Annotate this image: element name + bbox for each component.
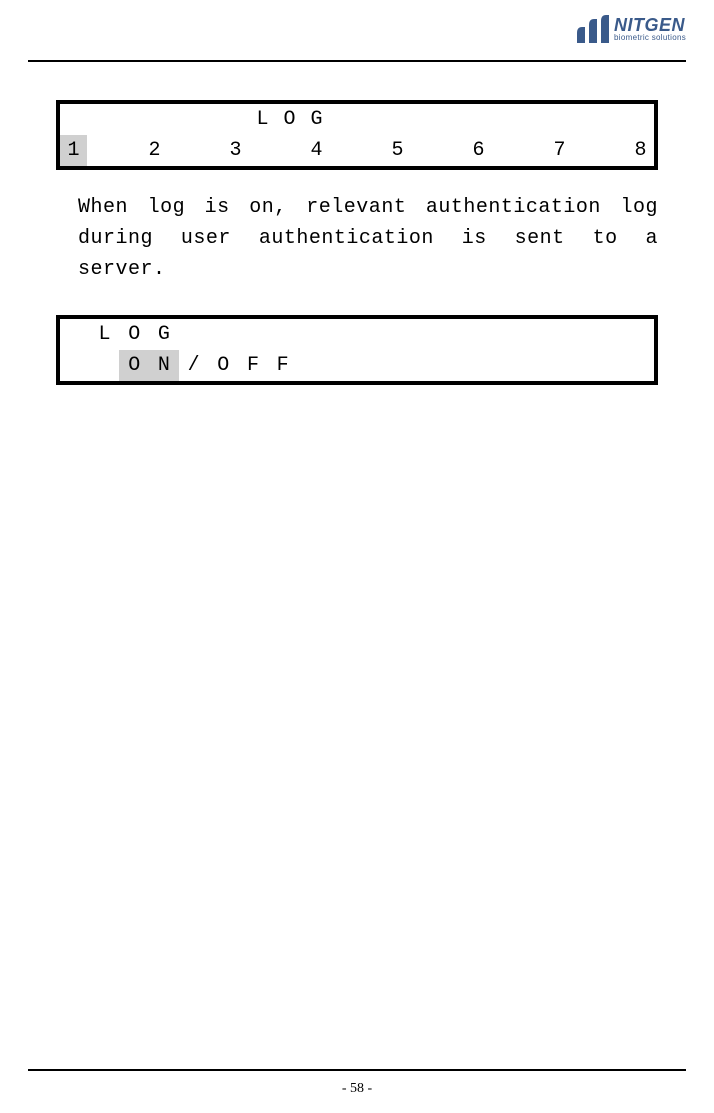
lcd-cell <box>411 104 438 135</box>
lcd-cell <box>208 319 238 350</box>
brand-tagline: biometric solutions <box>614 34 686 42</box>
lcd-cell <box>594 319 624 350</box>
lcd-cell <box>505 319 535 350</box>
lcd1-table: LOG 1 2 3 4 5 6 7 8 <box>60 104 654 166</box>
lcd-cell: N <box>149 350 179 381</box>
lcd-cell <box>87 135 114 166</box>
lcd-cell: L <box>249 104 276 135</box>
logo-bars-icon <box>577 15 609 43</box>
lcd-cell <box>141 104 168 135</box>
logo-text: NITGEN biometric solutions <box>614 16 686 42</box>
lcd-cell <box>387 319 417 350</box>
lcd-cell <box>60 350 90 381</box>
lcd-cell: 4 <box>303 135 330 166</box>
lcd-cell <box>238 319 268 350</box>
lcd-cell <box>357 104 384 135</box>
lcd-cell <box>90 350 120 381</box>
lcd-cell <box>195 135 222 166</box>
lcd-cell: 2 <box>141 135 168 166</box>
lcd-cell <box>222 104 249 135</box>
lcd-cell <box>387 350 417 381</box>
lcd-cell <box>624 350 654 381</box>
lcd-cell <box>330 104 357 135</box>
lcd-cell <box>195 104 222 135</box>
lcd-cell <box>573 135 600 166</box>
lcd-cell <box>384 104 411 135</box>
lcd-cell <box>573 104 600 135</box>
lcd-cell <box>465 104 492 135</box>
page-header: NITGEN biometric solutions <box>0 0 714 70</box>
lcd-cell <box>87 104 114 135</box>
lcd-cell: O <box>276 104 303 135</box>
page-number: - 58 - <box>0 1081 714 1097</box>
lcd-cell: 1 <box>60 135 87 166</box>
lcd-cell <box>446 350 476 381</box>
footer-rule <box>28 1069 686 1071</box>
lcd-cell <box>249 135 276 166</box>
lcd-cell: 5 <box>384 135 411 166</box>
lcd-cell <box>168 135 195 166</box>
lcd-cell <box>114 135 141 166</box>
lcd-cell: 7 <box>546 135 573 166</box>
lcd-cell <box>535 350 565 381</box>
lcd-cell <box>624 319 654 350</box>
lcd-cell <box>298 350 328 381</box>
lcd-cell <box>179 319 209 350</box>
header-rule <box>28 60 686 62</box>
lcd2-table: LOGON/OFF <box>60 319 654 381</box>
lcd-cell <box>476 350 506 381</box>
lcd-cell <box>411 135 438 166</box>
lcd-cell: O <box>119 319 149 350</box>
lcd-cell: 6 <box>465 135 492 166</box>
lcd-cell <box>268 319 298 350</box>
lcd-cell: L <box>90 319 120 350</box>
lcd-cell <box>565 350 595 381</box>
lcd-cell: 3 <box>222 135 249 166</box>
lcd-cell <box>492 104 519 135</box>
lcd-cell <box>60 319 90 350</box>
lcd-cell <box>546 104 573 135</box>
lcd-cell <box>600 135 627 166</box>
brand-logo: NITGEN biometric solutions <box>577 15 686 43</box>
lcd-cell <box>565 319 595 350</box>
lcd-cell: F <box>268 350 298 381</box>
lcd-cell <box>114 104 141 135</box>
lcd-cell <box>438 104 465 135</box>
lcd-display-1: LOG 1 2 3 4 5 6 7 8 <box>56 100 658 170</box>
lcd-cell <box>327 350 357 381</box>
page-content: LOG12345678 When log is on, relevant aut… <box>56 100 658 385</box>
lcd-cell <box>416 319 446 350</box>
lcd-cell <box>416 350 446 381</box>
lcd-cell <box>357 350 387 381</box>
lcd-cell <box>330 135 357 166</box>
lcd-cell <box>594 350 624 381</box>
lcd-cell <box>298 319 328 350</box>
lcd-cell <box>519 104 546 135</box>
lcd-cell <box>492 135 519 166</box>
lcd-cell <box>276 135 303 166</box>
lcd-cell: / <box>179 350 209 381</box>
lcd-cell: G <box>303 104 330 135</box>
lcd-cell: O <box>208 350 238 381</box>
lcd-cell: F <box>238 350 268 381</box>
lcd-cell <box>519 135 546 166</box>
lcd-cell <box>357 135 384 166</box>
lcd-display-2: LOGON/OFF <box>56 315 658 385</box>
lcd-cell <box>60 104 87 135</box>
lcd-cell <box>446 319 476 350</box>
lcd-cell <box>476 319 506 350</box>
brand-name: NITGEN <box>614 16 686 34</box>
lcd-cell <box>327 319 357 350</box>
lcd-cell <box>168 104 195 135</box>
lcd-cell: G <box>149 319 179 350</box>
lcd-cell <box>505 350 535 381</box>
lcd-cell <box>357 319 387 350</box>
body-paragraph: When log is on, relevant authentication … <box>56 192 658 285</box>
lcd-cell <box>438 135 465 166</box>
lcd-cell: 8 <box>627 135 654 166</box>
lcd-cell <box>535 319 565 350</box>
lcd-cell: O <box>119 350 149 381</box>
